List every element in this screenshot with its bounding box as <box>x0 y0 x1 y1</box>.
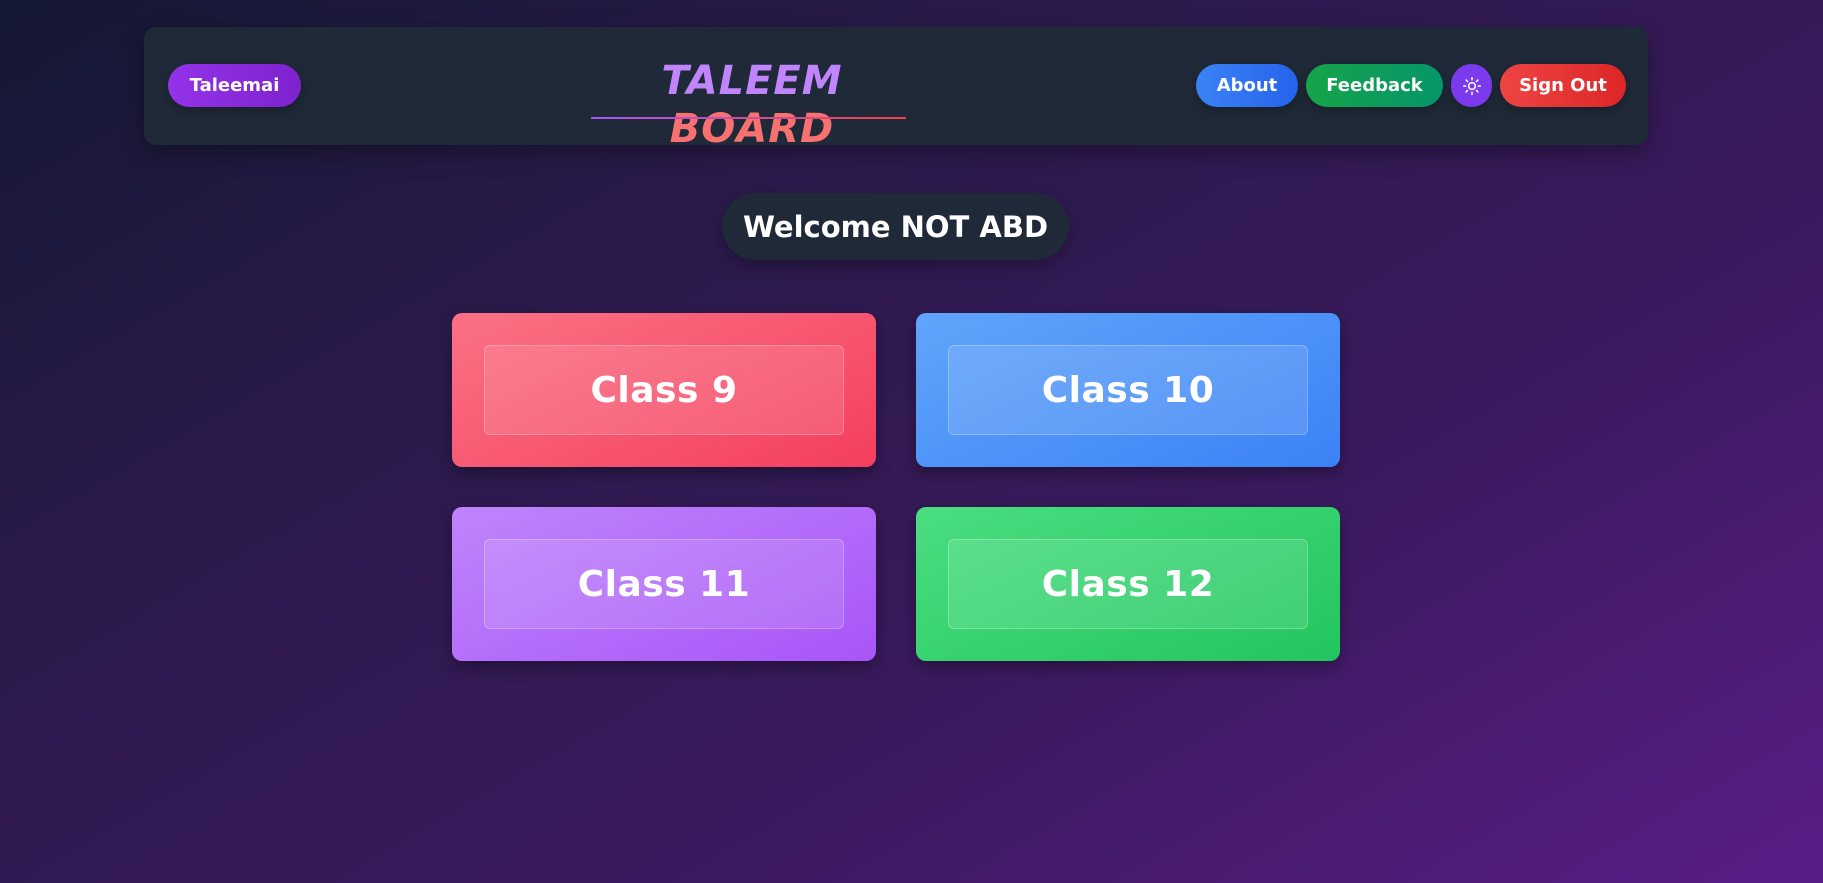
logo-underline <box>591 117 906 119</box>
class-10-card[interactable]: Class 10 <box>916 313 1340 467</box>
class-10-label: Class 10 <box>1041 369 1215 411</box>
class-card-inner: Class 9 <box>484 345 844 435</box>
sun-icon <box>1462 76 1481 95</box>
top-navbar: Taleemai TALEEM BOARD About Feedback Sig… <box>144 27 1648 152</box>
class-card-inner: Class 10 <box>948 345 1308 435</box>
class-card-inner: Class 11 <box>484 539 844 629</box>
logo-word-board: BOARD <box>669 106 835 152</box>
class-11-label: Class 11 <box>577 563 751 605</box>
feedback-button[interactable]: Feedback <box>1306 64 1443 107</box>
about-button[interactable]: About <box>1196 64 1298 107</box>
welcome-text: Welcome NOT ABD <box>742 209 1049 244</box>
taleemai-button[interactable]: Taleemai <box>168 64 301 107</box>
sign-out-button[interactable]: Sign Out <box>1500 64 1626 107</box>
class-9-card[interactable]: Class 9 <box>452 313 876 467</box>
theme-toggle-button[interactable] <box>1451 64 1492 107</box>
class-12-card[interactable]: Class 12 <box>916 507 1340 661</box>
class-9-label: Class 9 <box>590 369 738 411</box>
app-logo: TALEEM BOARD <box>592 57 912 153</box>
class-12-label: Class 12 <box>1041 563 1215 605</box>
class-card-inner: Class 12 <box>948 539 1308 629</box>
logo-word-taleem: TALEEM <box>661 58 843 104</box>
welcome-banner: Welcome NOT ABD <box>722 193 1069 260</box>
class-11-card[interactable]: Class 11 <box>452 507 876 661</box>
